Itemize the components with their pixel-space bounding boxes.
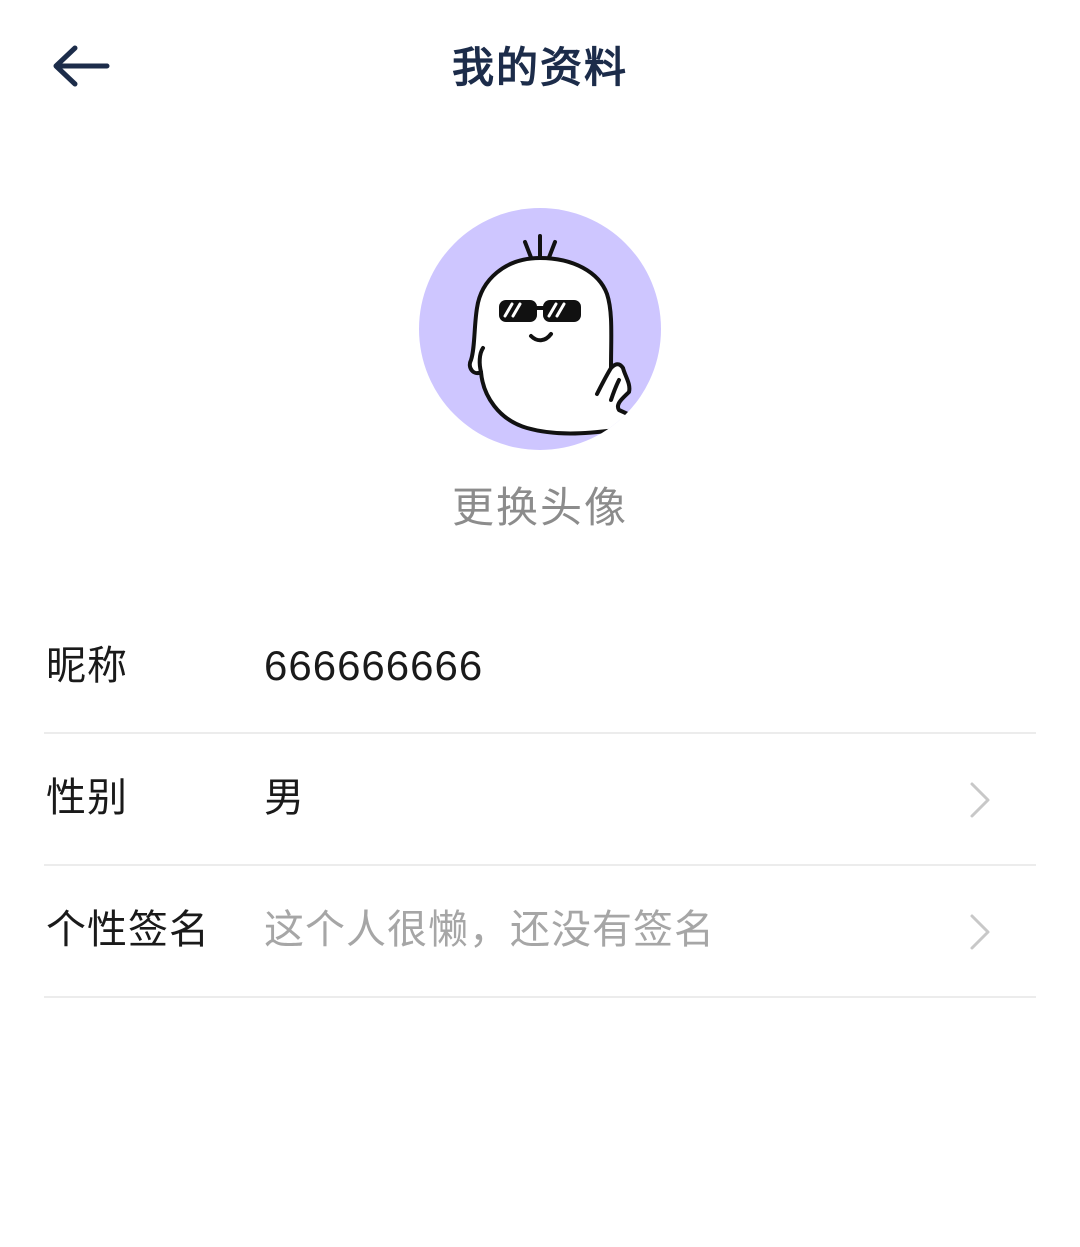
gender-value: 男 [264, 775, 305, 821]
gender-row[interactable]: 性别 男 [44, 734, 1036, 866]
avatar[interactable] [419, 208, 661, 450]
chevron-right-icon [970, 782, 990, 818]
nickname-value: 666666666 [264, 642, 484, 689]
chevron-right-icon [970, 914, 990, 950]
sunglasses-ghost-avatar [467, 234, 647, 436]
gender-label: 性别 [46, 775, 128, 821]
nickname-label: 昵称 [46, 643, 128, 689]
top-bar: 我的资料 [0, 0, 1080, 136]
signature-value: 这个人很懒，还没有签名 [264, 907, 715, 953]
signature-row[interactable]: 个性签名 这个人很懒，还没有签名 [44, 866, 1036, 998]
nickname-row[interactable]: 昵称 666666666 [44, 602, 1036, 734]
page-title: 我的资料 [451, 43, 628, 92]
change-avatar-link[interactable]: 更换头像 [0, 480, 1080, 536]
profile-page: 我的资料 更换头像 昵称 666666666 性别 男 个性签名 这个人很懒，还… [0, 0, 1080, 1247]
signature-label: 个性签名 [46, 907, 210, 953]
